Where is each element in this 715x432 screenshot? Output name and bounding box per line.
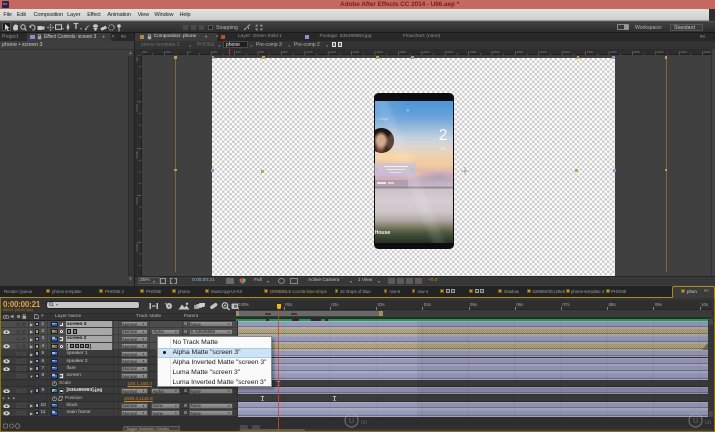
svg-text:200: 200 [166, 49, 171, 53]
svg-text:2000: 2000 [423, 49, 430, 53]
svg-text:2800: 2800 [517, 49, 524, 53]
svg-text:cn: cn [361, 420, 367, 426]
svg-text:U: U [349, 418, 354, 425]
svg-text:400: 400 [142, 49, 147, 53]
svg-text:3200: 3200 [563, 49, 570, 53]
svg-text:2400: 2400 [470, 49, 477, 53]
svg-text:1600: 1600 [376, 49, 383, 53]
svg-text:200: 200 [212, 49, 217, 53]
svg-text:cn: cn [705, 420, 711, 426]
svg-text:1400: 1400 [353, 49, 360, 53]
svg-text:4000: 4000 [657, 49, 664, 53]
svg-text:3000: 3000 [540, 49, 547, 53]
svg-text:0: 0 [189, 49, 191, 53]
svg-text:1000: 1000 [306, 49, 313, 53]
svg-text:3400: 3400 [587, 49, 594, 53]
svg-text:400: 400 [236, 49, 241, 53]
svg-text:4200: 4200 [680, 49, 687, 53]
svg-text:2600: 2600 [493, 49, 500, 53]
svg-text:3800: 3800 [634, 49, 641, 53]
svg-text:1200: 1200 [329, 49, 336, 53]
svg-text:800: 800 [283, 49, 288, 53]
svg-text:2200: 2200 [446, 49, 453, 53]
svg-text:U: U [693, 418, 698, 425]
svg-text:1800: 1800 [400, 49, 407, 53]
svg-text:600: 600 [259, 49, 264, 53]
svg-text:3600: 3600 [610, 49, 617, 53]
